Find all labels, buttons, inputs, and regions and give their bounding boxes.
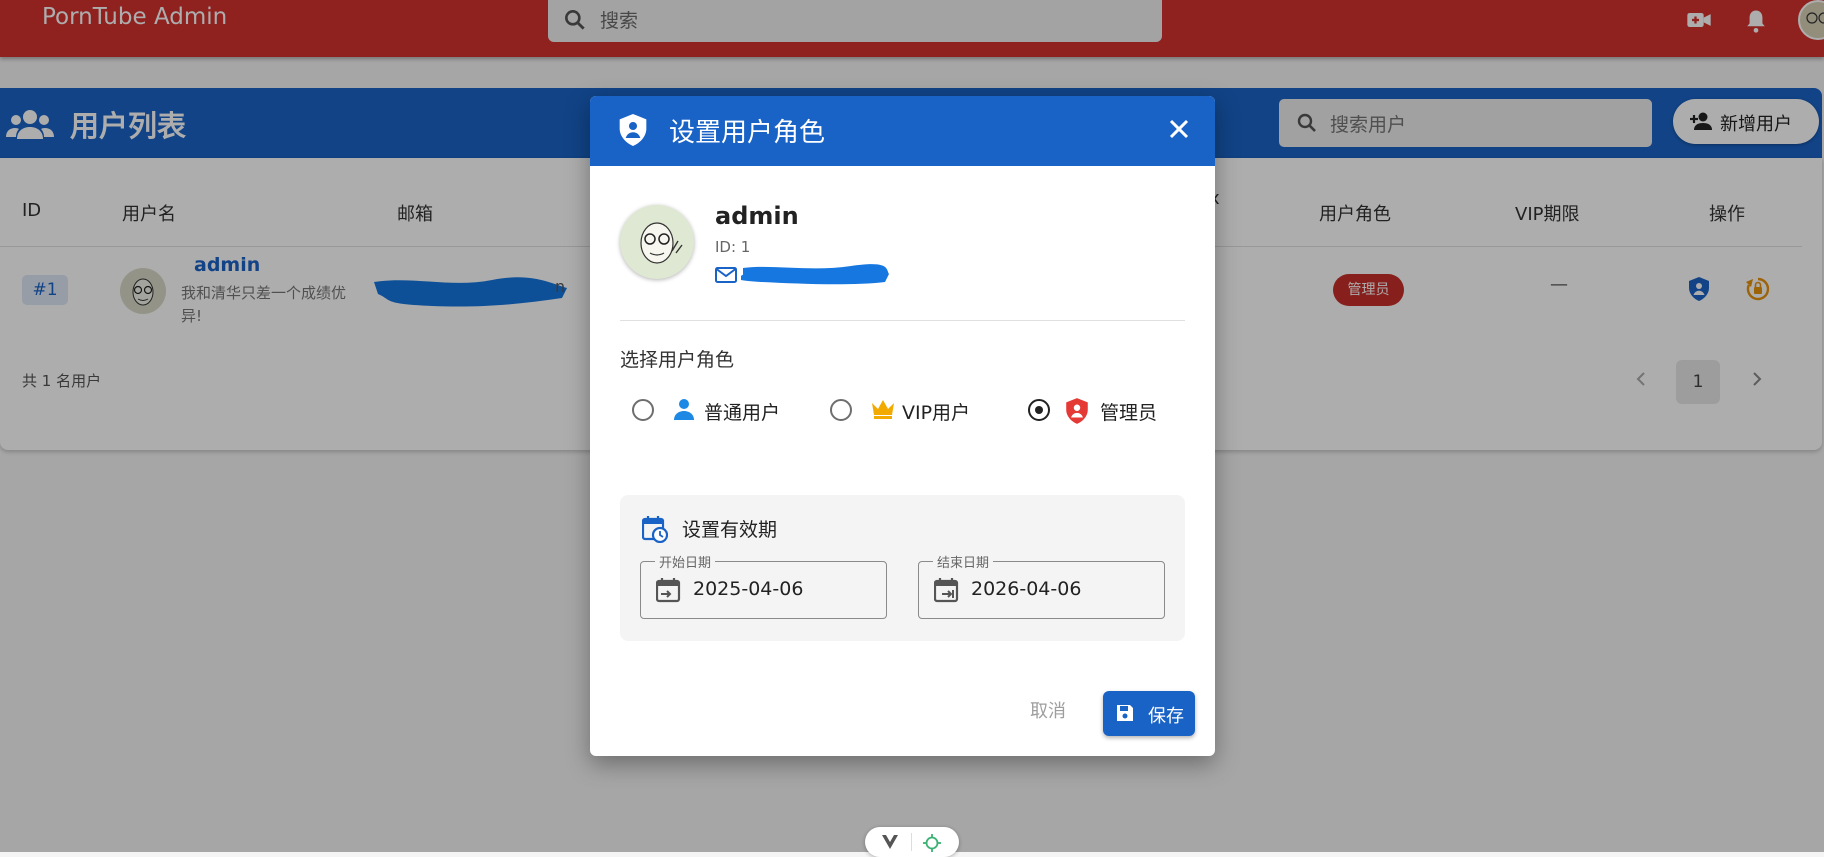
- admin-shield-icon: [1064, 397, 1090, 429]
- role-option-normal[interactable]: 普通用户: [632, 397, 792, 427]
- radio-dot: [1035, 406, 1043, 414]
- crown-icon: [870, 397, 896, 425]
- mail-icon: [715, 266, 737, 288]
- admin-shield-icon: [617, 112, 649, 152]
- save-icon: [1115, 703, 1135, 728]
- radio-unselected[interactable]: [632, 399, 654, 421]
- calendar-start-icon: [655, 577, 682, 607]
- end-date-field[interactable]: 结束日期 2026-04-06: [918, 552, 1165, 619]
- set-role-dialog: 设置用户角色 admin ID: 1 选择用户角色 普通用户 VIP用户 管理员: [590, 96, 1215, 756]
- role-option-admin[interactable]: 管理员: [1028, 397, 1178, 427]
- person-icon: [672, 397, 696, 425]
- start-date-label: 开始日期: [655, 552, 716, 571]
- cancel-button[interactable]: 取消: [1024, 696, 1072, 724]
- role-option-vip[interactable]: VIP用户: [830, 397, 990, 427]
- role-label-admin: 管理员: [1100, 402, 1158, 424]
- floating-toolbar: [865, 827, 959, 857]
- calendar-clock-icon: [641, 515, 669, 547]
- calendar-end-icon: [933, 577, 960, 607]
- toolbar-separator: [911, 833, 912, 851]
- start-date-field[interactable]: 开始日期 2025-04-06: [640, 552, 887, 619]
- validity-section: 设置有效期 开始日期 2025-04-06 结束日期 2026-04-06: [620, 495, 1185, 641]
- role-label-normal: 普通用户: [704, 402, 781, 424]
- save-button[interactable]: 保存: [1103, 691, 1195, 736]
- role-label-vip: VIP用户: [902, 402, 971, 424]
- dialog-username: admin: [715, 202, 799, 230]
- validity-title: 设置有效期: [682, 519, 778, 541]
- dialog-header: 设置用户角色: [590, 96, 1215, 166]
- select-role-label: 选择用户角色: [620, 349, 735, 371]
- save-label: 保存: [1148, 706, 1184, 727]
- close-icon[interactable]: [1166, 116, 1192, 146]
- redacted-email-scribble: [737, 262, 891, 290]
- radio-unselected[interactable]: [830, 399, 852, 421]
- dialog-title: 设置用户角色: [669, 118, 826, 148]
- vue-devtools-icon[interactable]: [881, 834, 899, 854]
- dialog-avatar: [620, 205, 694, 279]
- dialog-user-id: ID: 1: [715, 238, 751, 256]
- start-date-value: 2025-04-06: [693, 578, 804, 600]
- dialog-divider: [620, 320, 1185, 321]
- radio-selected[interactable]: [1028, 399, 1050, 421]
- end-date-value: 2026-04-06: [971, 578, 1082, 600]
- crosshair-icon[interactable]: [923, 834, 941, 856]
- end-date-label: 结束日期: [933, 552, 994, 571]
